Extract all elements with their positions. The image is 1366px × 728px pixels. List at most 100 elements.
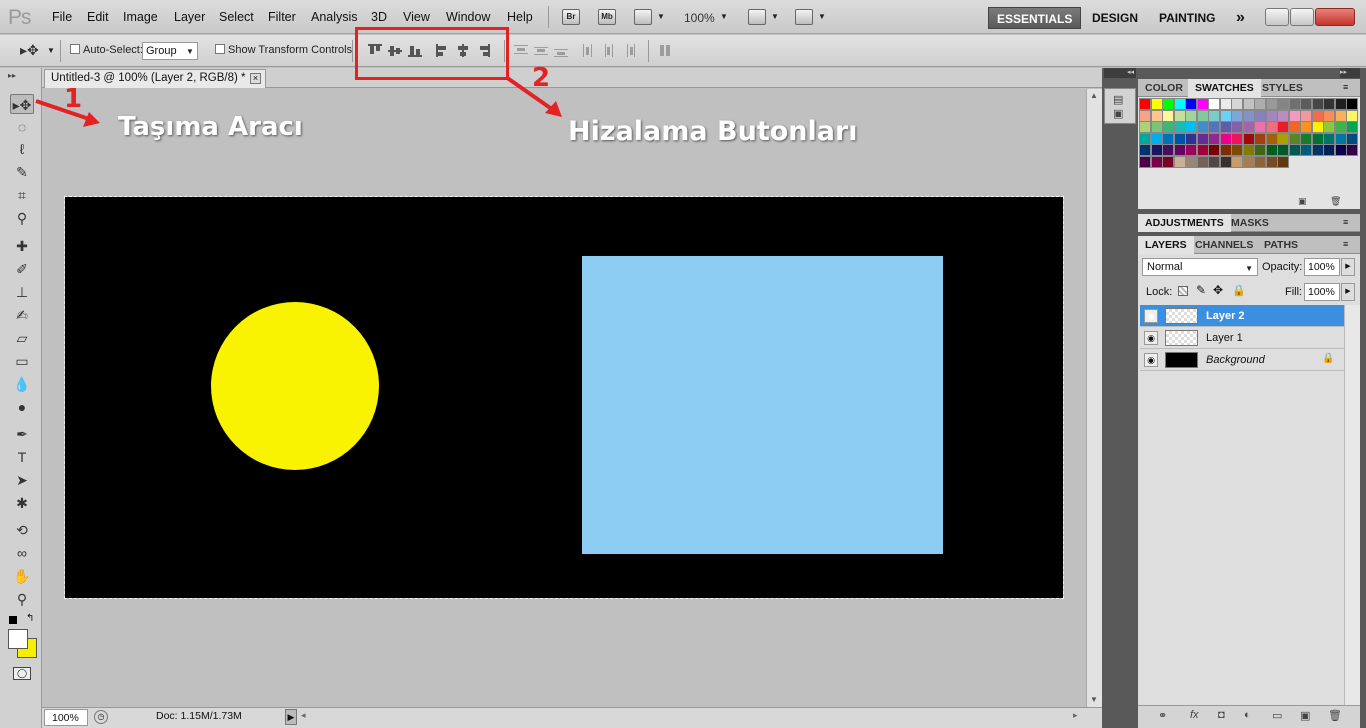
color-swatch[interactable] — [1300, 109, 1312, 122]
maximize-button[interactable] — [1290, 8, 1314, 26]
tab-styles[interactable]: STYLES — [1255, 79, 1310, 97]
blue-rectangle-shape[interactable] — [582, 256, 943, 554]
color-swatch[interactable] — [1346, 121, 1358, 133]
close-tab-icon[interactable]: × — [250, 73, 261, 84]
color-swatch[interactable] — [1185, 109, 1197, 122]
color-swatch[interactable] — [1265, 155, 1278, 168]
distribute-right-icon[interactable] — [622, 44, 636, 57]
menu-analysis[interactable]: Analysis — [311, 10, 358, 24]
color-swatch[interactable] — [1219, 121, 1232, 133]
menu-layer[interactable]: Layer — [174, 10, 205, 24]
color-swatch[interactable] — [1219, 109, 1232, 122]
menu-3d[interactable]: 3D — [371, 10, 387, 24]
eye-icon[interactable]: ◉ — [1144, 331, 1158, 345]
hand-tool-icon[interactable]: ✋ — [10, 566, 34, 586]
color-swatch[interactable] — [1300, 98, 1312, 110]
clone-stamp-tool-icon[interactable]: ⊥ — [10, 282, 34, 302]
color-swatch[interactable] — [1150, 132, 1163, 145]
tab-adjustments[interactable]: ADJUSTMENTS — [1138, 214, 1231, 232]
color-swatch[interactable] — [1196, 132, 1209, 145]
panel-menu-icon[interactable]: ≡ — [1343, 239, 1348, 249]
tab-layers[interactable]: LAYERS — [1138, 236, 1194, 254]
quick-mask-icon[interactable]: ◯ — [13, 667, 31, 680]
color-swatch[interactable] — [1231, 155, 1243, 168]
color-swatch[interactable] — [1162, 132, 1174, 145]
status-menu-arrow-icon[interactable]: ▶ — [285, 709, 297, 725]
path-selection-tool-icon[interactable]: ➤ — [10, 470, 34, 490]
eye-icon[interactable]: ◉ — [1144, 309, 1158, 323]
swap-colors-icon[interactable]: ↰ — [26, 613, 34, 624]
panel-collapse-icon[interactable]: ▸▸ — [1340, 68, 1360, 78]
eraser-tool-icon[interactable]: ▱ — [10, 328, 34, 348]
distribute-horizontal-centers-icon[interactable] — [602, 44, 616, 57]
fill-arrow-icon[interactable]: ▶ — [1341, 283, 1355, 301]
color-swatch[interactable] — [1323, 98, 1335, 110]
color-swatch[interactable] — [1139, 98, 1151, 110]
tab-swatches[interactable]: SWATCHES — [1188, 79, 1261, 97]
more-workspaces-icon[interactable]: » — [1228, 7, 1253, 29]
color-swatch[interactable] — [1139, 132, 1151, 145]
panel-menu-icon[interactable]: ≡ — [1343, 82, 1348, 92]
color-swatch[interactable] — [1196, 121, 1209, 133]
color-swatch[interactable] — [1219, 132, 1232, 145]
color-swatch[interactable] — [1231, 132, 1243, 145]
color-swatch[interactable] — [1265, 121, 1278, 133]
color-swatch[interactable] — [1162, 121, 1174, 133]
distribute-vertical-centers-icon[interactable] — [534, 44, 548, 57]
color-swatch[interactable] — [1208, 132, 1220, 145]
show-transform-checkbox[interactable] — [215, 44, 225, 54]
color-swatch[interactable] — [1162, 109, 1174, 122]
color-swatch[interactable] — [1219, 98, 1232, 110]
link-layers-icon[interactable]: ⚭ — [1158, 709, 1167, 722]
color-swatch[interactable] — [1311, 132, 1324, 145]
menu-file[interactable]: File — [52, 10, 72, 24]
tab-masks[interactable]: MASKS — [1224, 214, 1276, 232]
color-swatch[interactable] — [1254, 98, 1266, 110]
quick-selection-tool-icon[interactable]: ✎ — [10, 162, 34, 182]
scroll-right-icon[interactable]: ▸ — [1073, 710, 1078, 721]
distribute-top-icon[interactable] — [514, 44, 528, 57]
color-swatch[interactable] — [1173, 109, 1186, 122]
scroll-down-icon[interactable]: ▼ — [1090, 695, 1098, 704]
color-swatch[interactable] — [1254, 144, 1266, 156]
color-swatch[interactable] — [1265, 132, 1278, 145]
color-swatch[interactable] — [1288, 132, 1301, 145]
fill-field[interactable]: 100% — [1304, 283, 1340, 301]
workspace-essentials[interactable]: ESSENTIALS — [988, 7, 1082, 29]
yellow-circle-shape[interactable] — [211, 302, 379, 470]
color-swatch[interactable] — [1288, 98, 1301, 110]
pen-tool-icon[interactable]: ✒ — [10, 424, 34, 444]
color-swatch[interactable] — [1288, 121, 1301, 133]
zoom-tool-icon[interactable]: ⚲ — [10, 589, 34, 609]
menu-image[interactable]: Image — [123, 10, 158, 24]
auto-select-checkbox[interactable] — [70, 44, 80, 54]
color-swatch[interactable] — [1139, 155, 1151, 168]
new-swatch-icon[interactable]: ▣ — [1298, 196, 1307, 207]
default-colors-icon[interactable] — [9, 616, 17, 624]
color-swatch[interactable] — [1219, 144, 1232, 156]
crop-tool-icon[interactable]: ⌗ — [10, 185, 34, 205]
view-extras-icon[interactable] — [634, 9, 652, 25]
zoom-level-select[interactable]: 100% — [684, 11, 715, 25]
adjustment-layer-icon[interactable]: ◐ — [1244, 709, 1251, 721]
menu-help[interactable]: Help — [507, 10, 533, 24]
color-swatch[interactable] — [1219, 155, 1232, 168]
color-swatch[interactable] — [1162, 155, 1174, 168]
gradient-tool-icon[interactable]: ▭ — [10, 351, 34, 371]
chevron-down-icon[interactable]: ▼ — [720, 12, 728, 21]
color-swatch[interactable] — [1242, 98, 1255, 110]
color-swatch[interactable] — [1242, 132, 1255, 145]
color-swatch[interactable] — [1242, 155, 1255, 168]
delete-swatch-icon[interactable]: 🗑 — [1330, 196, 1341, 207]
color-swatch[interactable] — [1173, 132, 1186, 145]
blend-mode-select[interactable]: Normal ▼ — [1142, 258, 1258, 276]
color-swatch[interactable] — [1208, 121, 1220, 133]
status-info-icon[interactable]: ◷ — [94, 710, 108, 724]
move-tool-preset-icon[interactable]: ▸✥ — [20, 42, 39, 59]
marquee-tool-icon[interactable]: ◌ — [10, 117, 34, 137]
color-swatch[interactable] — [1150, 155, 1163, 168]
opacity-field[interactable]: 100% — [1304, 258, 1340, 276]
healing-brush-tool-icon[interactable]: ✚ — [10, 236, 34, 256]
color-swatch[interactable] — [1265, 144, 1278, 156]
status-zoom-field[interactable]: 100% — [44, 709, 88, 726]
